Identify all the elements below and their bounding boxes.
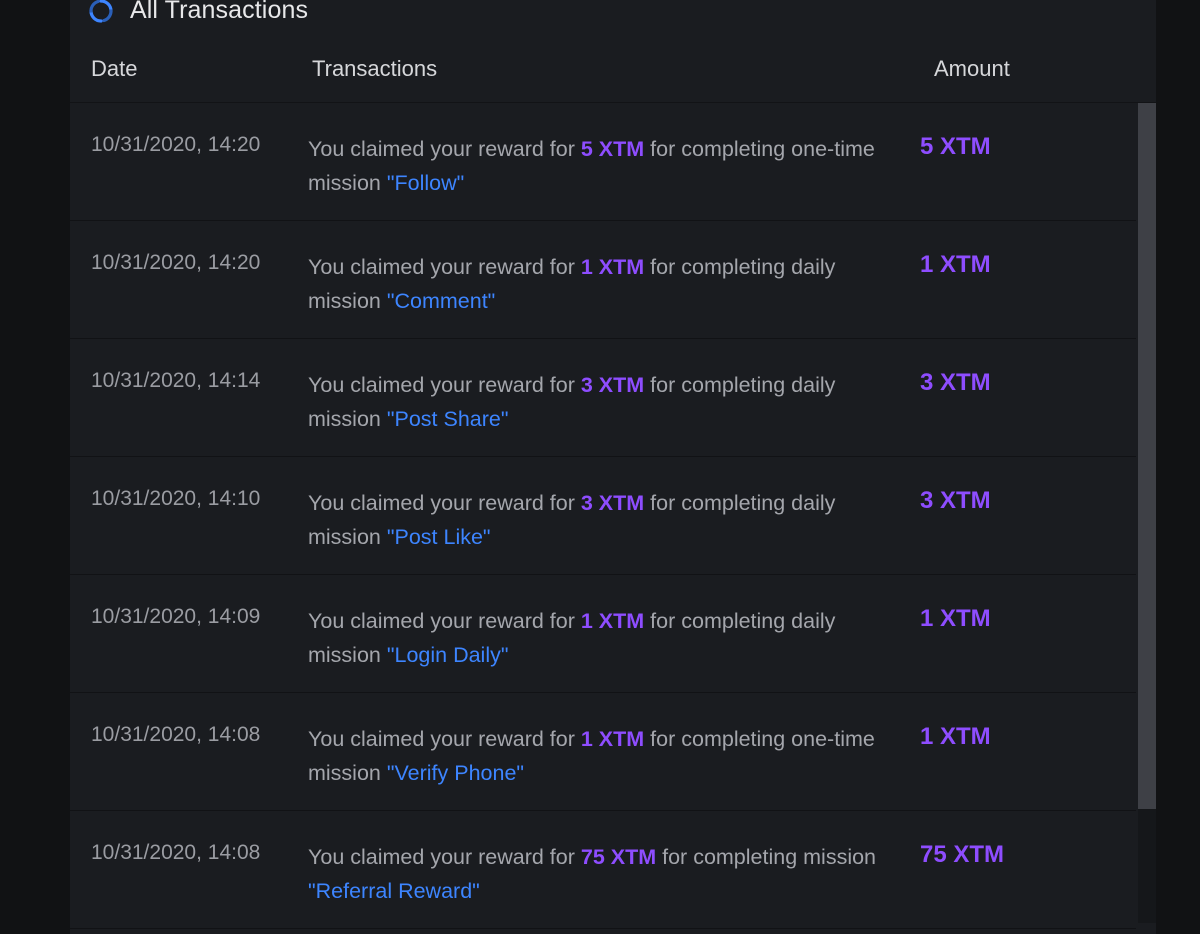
description-text: You claimed your reward for	[308, 609, 581, 633]
transaction-date: 10/31/2020, 14:20	[91, 251, 261, 274]
transaction-date: 10/31/2020, 14:14	[91, 369, 261, 392]
transactions-panel: All Transactions Date Transactions Amoun…	[70, 0, 1156, 934]
description-text: for completing mission	[656, 845, 877, 869]
transaction-date: 10/31/2020, 14:09	[91, 605, 261, 628]
column-header-date[interactable]: Date	[91, 56, 137, 82]
mission-link[interactable]: "Follow"	[387, 171, 464, 195]
transaction-description: You claimed your reward for 5 XTM for co…	[308, 132, 908, 200]
mission-link[interactable]: "Login Daily"	[387, 643, 509, 667]
reward-amount: 1 XTM	[580, 727, 645, 751]
table-header: Date Transactions Amount	[70, 50, 1156, 103]
sync-icon[interactable]	[88, 0, 114, 24]
mission-link[interactable]: "Comment"	[387, 289, 495, 313]
mission-link[interactable]: "Referral Reward"	[308, 879, 480, 903]
table-row[interactable]: 10/31/2020, 14:08 You claimed your rewar…	[70, 693, 1136, 811]
reward-amount: 75 XTM	[580, 845, 657, 869]
panel-header: All Transactions	[70, 0, 1156, 28]
reward-amount: 3 XTM	[580, 491, 645, 515]
mission-link[interactable]: "Verify Phone"	[387, 761, 524, 785]
transaction-description: You claimed your reward for 1 XTM for co…	[308, 604, 908, 672]
description-text: You claimed your reward for	[308, 137, 581, 161]
transaction-amount: 3 XTM	[920, 369, 991, 396]
transaction-amount: 1 XTM	[920, 605, 991, 632]
reward-amount: 1 XTM	[580, 609, 645, 633]
table-row[interactable]: 10/31/2020, 14:10 You claimed your rewar…	[70, 457, 1136, 575]
reward-amount: 1 XTM	[580, 255, 645, 279]
transaction-description: You claimed your reward for 75 XTM for c…	[308, 840, 908, 908]
description-text: You claimed your reward for	[308, 255, 581, 279]
transaction-description: You claimed your reward for 1 XTM for co…	[308, 250, 908, 318]
transaction-description: You claimed your reward for 3 XTM for co…	[308, 368, 908, 436]
transaction-list: 10/31/2020, 14:20 You claimed your rewar…	[70, 103, 1136, 929]
table-row[interactable]: 10/31/2020, 14:20 You claimed your rewar…	[70, 103, 1136, 221]
transaction-amount: 5 XTM	[920, 133, 991, 160]
table-row[interactable]: 10/31/2020, 14:08 You claimed your rewar…	[70, 811, 1136, 929]
transaction-date: 10/31/2020, 14:10	[91, 487, 261, 510]
description-text: You claimed your reward for	[308, 727, 581, 751]
transaction-amount: 1 XTM	[920, 723, 991, 750]
scrollbar-track[interactable]	[1138, 103, 1156, 923]
column-header-amount[interactable]: Amount	[934, 56, 1010, 82]
transaction-date: 10/31/2020, 14:08	[91, 723, 261, 746]
transaction-amount: 3 XTM	[920, 487, 991, 514]
transaction-description: You claimed your reward for 3 XTM for co…	[308, 486, 908, 554]
mission-link[interactable]: "Post Like"	[387, 525, 491, 549]
reward-amount: 5 XTM	[580, 137, 645, 161]
description-text: You claimed your reward for	[308, 373, 581, 397]
transaction-description: You claimed your reward for 1 XTM for co…	[308, 722, 908, 790]
transaction-amount: 1 XTM	[920, 251, 991, 278]
page-title: All Transactions	[130, 0, 309, 24]
description-text: You claimed your reward for	[308, 845, 581, 869]
reward-amount: 3 XTM	[580, 373, 645, 397]
transaction-amount: 75 XTM	[920, 841, 1005, 868]
description-text: You claimed your reward for	[308, 491, 581, 515]
transaction-date: 10/31/2020, 14:08	[91, 841, 261, 864]
scrollbar-thumb[interactable]	[1138, 103, 1156, 809]
table-row[interactable]: 10/31/2020, 14:09 You claimed your rewar…	[70, 575, 1136, 693]
mission-link[interactable]: "Post Share"	[387, 407, 509, 431]
transaction-date: 10/31/2020, 14:20	[91, 133, 261, 156]
table-row[interactable]: 10/31/2020, 14:14 You claimed your rewar…	[70, 339, 1136, 457]
table-row[interactable]: 10/31/2020, 14:20 You claimed your rewar…	[70, 221, 1136, 339]
column-header-transactions[interactable]: Transactions	[312, 56, 437, 82]
